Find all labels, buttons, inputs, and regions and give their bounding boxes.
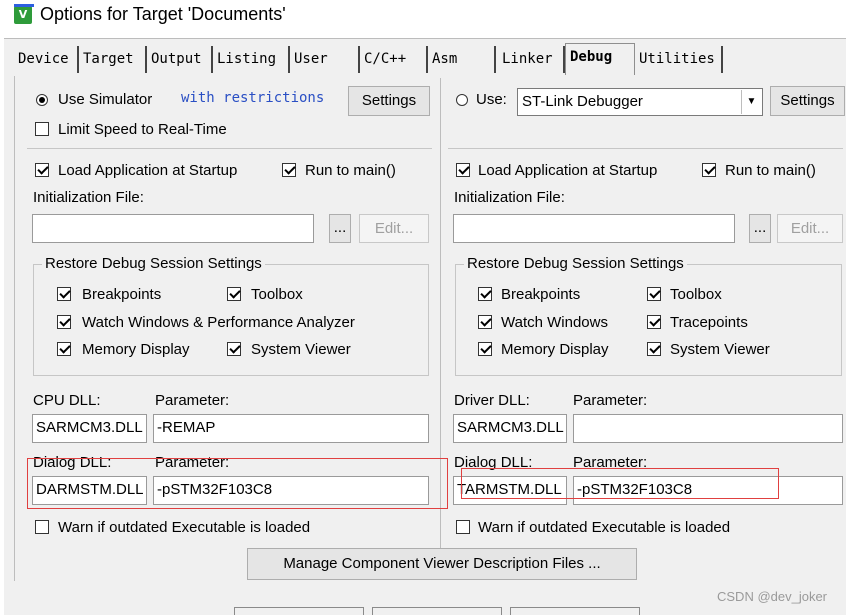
tab-debug[interactable]: Debug — [565, 43, 635, 75]
chevron-down-icon[interactable]: ▼ — [741, 90, 761, 114]
load-app-checkbox-left[interactable] — [35, 163, 49, 177]
tracepoints-label-right: Tracepoints — [670, 314, 748, 331]
run-to-main-label-right: Run to main() — [725, 162, 816, 179]
run-to-main-checkbox-right[interactable] — [702, 163, 716, 177]
tab-c-cpp[interactable]: C/C++ — [360, 46, 428, 73]
system-viewer-label-left: System Viewer — [251, 341, 351, 358]
memory-display-checkbox-right[interactable] — [478, 342, 492, 356]
tab-strip: Device Target Output Listing User C/C++ … — [14, 43, 846, 76]
breakpoints-checkbox-right[interactable] — [478, 287, 492, 301]
tab-linker[interactable]: Linker — [498, 46, 565, 73]
driver-parameter-input[interactable] — [573, 414, 843, 443]
init-file-input-right[interactable] — [453, 214, 735, 243]
watch-windows-label-left: Watch Windows & Performance Analyzer — [82, 314, 355, 331]
highlight-box-right — [461, 468, 779, 499]
toolbox-checkbox-left[interactable] — [227, 287, 241, 301]
browse-button-left[interactable]: ... — [329, 214, 351, 243]
tab-output[interactable]: Output — [147, 46, 213, 73]
use-debugger-radio[interactable] — [456, 94, 468, 106]
limit-speed-label: Limit Speed to Real-Time — [58, 121, 227, 138]
driver-dll-label: Driver DLL: — [454, 392, 530, 409]
restore-session-legend-right: Restore Debug Session Settings — [464, 255, 687, 272]
use-simulator-label: Use Simulator — [58, 91, 153, 108]
tab-device[interactable]: Device — [14, 46, 79, 73]
debugger-select[interactable]: ST-Link Debugger ▼ — [517, 88, 763, 116]
breakpoints-label-right: Breakpoints — [501, 286, 581, 303]
memory-display-label-right: Memory Display — [501, 341, 609, 358]
browse-button-right[interactable]: ... — [749, 214, 771, 243]
system-viewer-checkbox-right[interactable] — [647, 342, 661, 356]
run-to-main-checkbox-left[interactable] — [282, 163, 296, 177]
load-app-label-left: Load Application at Startup — [58, 162, 238, 179]
init-file-input-left[interactable] — [32, 214, 314, 243]
watermark-text: CSDN @dev_joker — [717, 589, 828, 604]
title-bar: V Options for Target 'Documents' — [0, 0, 850, 34]
tab-asm[interactable]: Asm — [428, 46, 496, 73]
tab-utilities[interactable]: Utilities — [635, 46, 723, 73]
warn-outdated-label-left: Warn if outdated Executable is loaded — [58, 519, 311, 536]
with-restrictions-link[interactable]: with restrictions — [181, 90, 324, 106]
driver-dll-input[interactable]: SARMCM3.DLL — [453, 414, 567, 443]
system-viewer-label-right: System Viewer — [670, 341, 770, 358]
toolbox-label-left: Toolbox — [251, 286, 303, 303]
cpu-parameter-label: Parameter: — [155, 392, 230, 409]
highlight-box-left — [27, 458, 448, 509]
toolbox-checkbox-right[interactable] — [647, 287, 661, 301]
memory-display-checkbox-left[interactable] — [57, 342, 71, 356]
separator — [448, 148, 843, 149]
edit-button-left[interactable]: Edit... — [359, 214, 429, 243]
tab-user[interactable]: User — [290, 46, 360, 73]
debugger-settings-button[interactable]: Settings — [770, 86, 845, 116]
warn-outdated-checkbox-right[interactable] — [456, 520, 470, 534]
keil-uvision-icon: V — [14, 4, 34, 24]
cpu-parameter-input[interactable]: -REMAP — [153, 414, 429, 443]
separator — [27, 148, 432, 149]
window-title: Options for Target 'Documents' — [40, 4, 286, 24]
simulator-settings-button[interactable]: Settings — [348, 86, 430, 116]
memory-display-label-left: Memory Display — [82, 341, 190, 358]
cpu-dll-input[interactable]: SARMCM3.DLL — [32, 414, 147, 443]
system-viewer-checkbox-left[interactable] — [227, 342, 241, 356]
toolbox-label-right: Toolbox — [670, 286, 722, 303]
init-file-label-left: Initialization File: — [33, 189, 144, 206]
watch-windows-checkbox-left[interactable] — [57, 315, 71, 329]
breakpoints-checkbox-left[interactable] — [57, 287, 71, 301]
manage-component-viewer-button[interactable]: Manage Component Viewer Description File… — [247, 548, 637, 580]
tracepoints-checkbox-right[interactable] — [647, 315, 661, 329]
warn-outdated-checkbox-left[interactable] — [35, 520, 49, 534]
load-app-checkbox-right[interactable] — [456, 163, 470, 177]
limit-speed-checkbox[interactable] — [35, 122, 49, 136]
use-debugger-label: Use: — [476, 91, 507, 108]
use-simulator-radio[interactable] — [36, 94, 48, 106]
init-file-label-right: Initialization File: — [454, 189, 565, 206]
tab-target[interactable]: Target — [79, 46, 147, 73]
breakpoints-label-left: Breakpoints — [82, 286, 162, 303]
edit-button-right[interactable]: Edit... — [777, 214, 843, 243]
debugger-select-value: ST-Link Debugger — [522, 93, 643, 110]
load-app-label-right: Load Application at Startup — [478, 162, 658, 179]
driver-parameter-label: Parameter: — [573, 392, 648, 409]
restore-session-legend-left: Restore Debug Session Settings — [42, 255, 265, 272]
watch-windows-label-right: Watch Windows — [501, 314, 608, 331]
watch-windows-checkbox-right[interactable] — [478, 315, 492, 329]
warn-outdated-label-right: Warn if outdated Executable is loaded — [478, 519, 731, 536]
tab-listing[interactable]: Listing — [213, 46, 290, 73]
cpu-dll-label: CPU DLL: — [33, 392, 101, 409]
run-to-main-label-left: Run to main() — [305, 162, 396, 179]
